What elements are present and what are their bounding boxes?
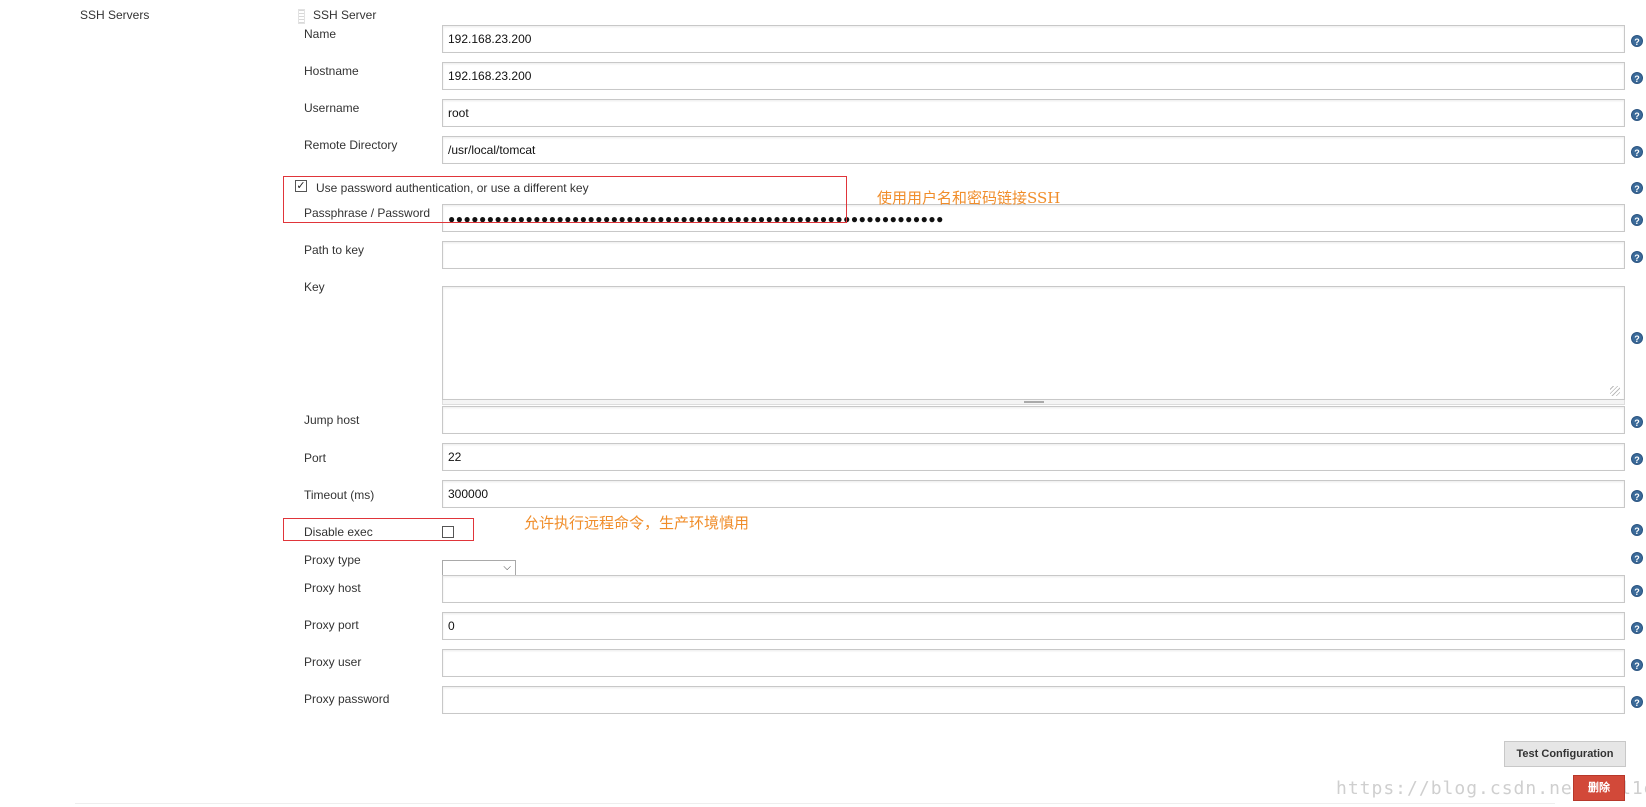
name-label: Name [304, 27, 337, 41]
help-icon[interactable]: ? [1631, 552, 1643, 564]
resize-handle-icon[interactable] [1024, 401, 1044, 403]
hostname-input[interactable]: 192.168.23.200 [442, 62, 1625, 90]
help-icon[interactable]: ? [1631, 332, 1643, 344]
help-icon[interactable]: ? [1631, 182, 1643, 194]
remote-directory-label: Remote Directory [304, 138, 398, 152]
proxy-host-input[interactable] [442, 575, 1625, 603]
chevron-down-icon: ⌵ [503, 562, 511, 573]
name-input[interactable]: 192.168.23.200 [442, 25, 1625, 53]
proxy-type-label: Proxy type [304, 553, 361, 567]
proxy-user-input[interactable] [442, 649, 1625, 677]
proxy-port-label: Proxy port [304, 618, 359, 632]
username-label: Username [304, 101, 360, 115]
bottom-divider [75, 803, 1555, 804]
help-icon[interactable]: ? [1631, 453, 1643, 465]
path-to-key-input[interactable] [442, 241, 1625, 269]
port-input[interactable]: 22 [442, 443, 1625, 471]
help-icon[interactable]: ? [1631, 416, 1643, 428]
password-highlight-box [283, 176, 847, 223]
help-icon[interactable]: ? [1631, 72, 1643, 84]
proxy-port-input[interactable]: 0 [442, 612, 1625, 640]
exec-highlight-box [283, 518, 474, 541]
test-configuration-button[interactable]: Test Configuration [1504, 741, 1626, 767]
help-icon[interactable]: ? [1631, 109, 1643, 121]
help-icon[interactable]: ? [1631, 524, 1643, 536]
section-label-ssh-servers: SSH Servers [80, 8, 150, 22]
proxy-user-label: Proxy user [304, 655, 362, 669]
proxy-password-label: Proxy password [304, 692, 390, 706]
jump-host-input[interactable] [442, 406, 1625, 434]
ssh-server-block-title: SSH Server [313, 8, 377, 22]
help-icon[interactable]: ? [1631, 585, 1643, 597]
timeout-input[interactable]: 300000 [442, 480, 1625, 508]
help-icon[interactable]: ? [1631, 214, 1643, 226]
help-icon[interactable]: ? [1631, 35, 1643, 47]
help-icon[interactable]: ? [1631, 622, 1643, 634]
password-annotation: 使用用户名和密码链接SSH [877, 189, 1061, 207]
hostname-label: Hostname [304, 64, 359, 78]
exec-annotation: 允许执行远程命令，生产环境慎用 [524, 514, 750, 532]
path-to-key-label: Path to key [304, 243, 365, 257]
jump-host-label: Jump host [304, 413, 360, 427]
key-label: Key [304, 280, 325, 294]
port-label: Port [304, 451, 327, 465]
delete-button[interactable]: 删除 [1573, 775, 1625, 801]
timeout-label: Timeout (ms) [304, 488, 375, 502]
help-icon[interactable]: ? [1631, 146, 1643, 158]
help-icon[interactable]: ? [1631, 696, 1643, 708]
textarea-resize-grip-icon[interactable] [1610, 386, 1620, 396]
remote-directory-input[interactable]: /usr/local/tomcat [442, 136, 1625, 164]
proxy-password-input[interactable] [442, 686, 1625, 714]
proxy-host-label: Proxy host [304, 581, 361, 595]
username-input[interactable]: root [442, 99, 1625, 127]
help-icon[interactable]: ? [1631, 251, 1643, 263]
help-icon[interactable]: ? [1631, 659, 1643, 671]
help-icon[interactable]: ? [1631, 490, 1643, 502]
drag-handle-icon[interactable] [298, 9, 305, 24]
key-textarea[interactable] [442, 286, 1625, 400]
